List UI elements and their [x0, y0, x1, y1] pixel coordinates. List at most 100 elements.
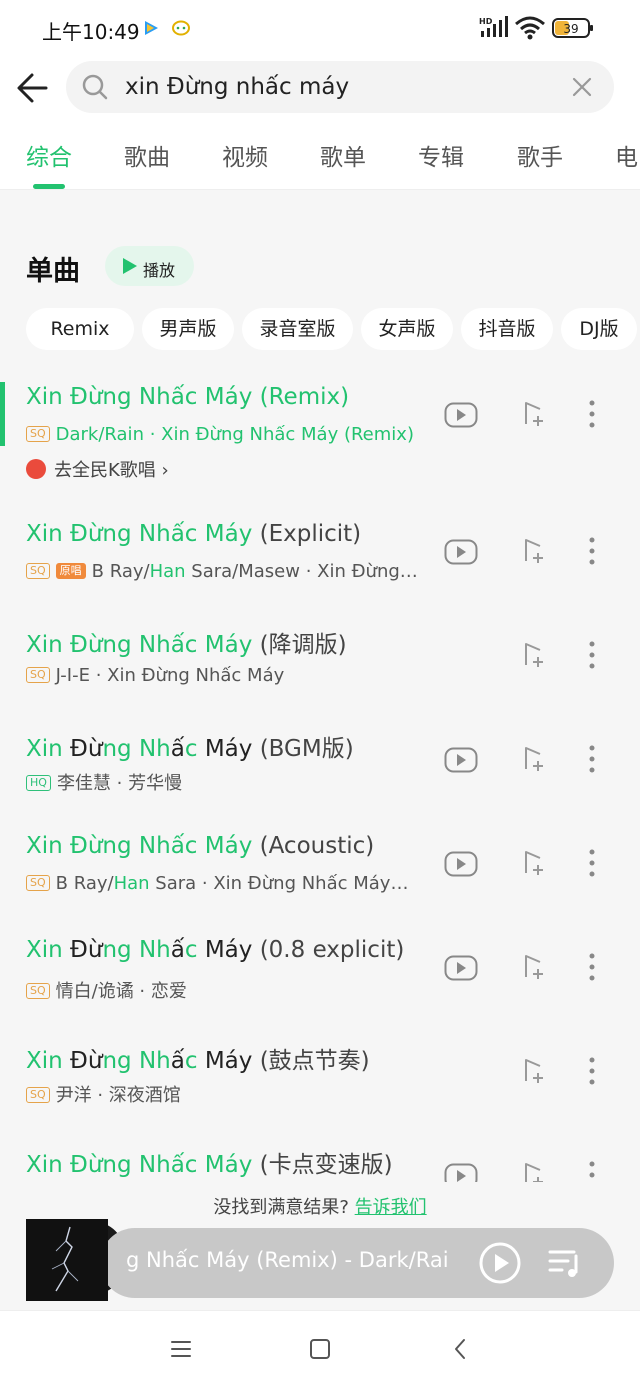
wifi-icon — [515, 16, 545, 40]
playlist-icon[interactable] — [548, 1246, 582, 1280]
clear-icon[interactable] — [571, 76, 593, 98]
more-options-icon[interactable] — [582, 536, 602, 566]
back-icon[interactable] — [452, 1337, 468, 1361]
feedback-link[interactable]: 告诉我们 — [355, 1197, 427, 1218]
original-badge: 原唱 — [55, 563, 86, 579]
add-to-playlist-icon[interactable] — [520, 745, 548, 773]
now-playing-indicator — [0, 382, 5, 446]
song-row[interactable]: Xin Đừng Nhấc Máy (Explicit) SQ 原唱 B Ray/H… — [0, 501, 640, 605]
feedback-text: 没找到满意结果? — [213, 1197, 349, 1218]
more-options-icon[interactable] — [582, 848, 602, 878]
song-row[interactable]: Xin Đừng Nhấc Máy (鼓点节奏) SQ 尹洋 · 深夜酒馆 — [0, 1021, 640, 1125]
section-title: 单曲 — [26, 256, 80, 287]
quality-badge: HQ — [26, 775, 51, 791]
search-query: xin Đừng nhấc máy — [125, 74, 350, 100]
quality-badge: SQ — [26, 875, 50, 891]
add-to-playlist-icon[interactable] — [520, 1161, 548, 1182]
song-title: Xin Đừng Nhấc Máy (卡点变速版) — [26, 1152, 393, 1178]
song-title: Xin Đừng Nhấc Máy (Remix) — [26, 384, 350, 410]
mv-icon[interactable] — [444, 402, 478, 428]
add-to-playlist-icon[interactable] — [520, 953, 548, 981]
chat-app-icon — [172, 20, 190, 36]
chip-douyin-version[interactable]: 抖音版 — [461, 308, 553, 350]
quality-badge: SQ — [26, 563, 50, 579]
song-list: Xin Đừng Nhấc Máy (Remix) SQ Dark/Rain · … — [0, 364, 640, 1182]
status-bar: 上午10:49 HD 39 — [0, 0, 640, 56]
quality-badge: SQ — [26, 667, 50, 683]
song-title: Xin Đừng Nhấc Máy (BGM版) — [26, 736, 354, 762]
song-title: Xin Đừng Nhấc Máy (0.8 explicit) — [26, 937, 405, 963]
song-title: Xin Đừng Nhấc Máy (Acoustic) — [26, 833, 375, 859]
back-arrow-icon[interactable] — [12, 68, 56, 108]
mv-icon[interactable] — [444, 539, 478, 565]
add-to-playlist-icon[interactable] — [520, 400, 548, 428]
search-icon — [82, 74, 108, 100]
song-title: Xin Đừng Nhấc Máy (Explicit) — [26, 521, 362, 547]
mini-player[interactable]: g Nhấc Máy (Remix) - Dark/Rain — [100, 1228, 614, 1298]
battery-level: 39 — [563, 22, 578, 36]
song-title: Xin Đừng Nhấc Máy (鼓点节奏) — [26, 1048, 370, 1074]
add-to-playlist-icon[interactable] — [520, 537, 548, 565]
song-subtitle: SQ B Ray/Han Sara · Xin Đừng Nhấc Máy… — [26, 873, 436, 897]
chip-studio-version[interactable]: 录音室版 — [242, 308, 353, 350]
song-title: Xin Đừng Nhấc Máy (降调版) — [26, 632, 347, 658]
more-options-icon[interactable] — [582, 399, 602, 429]
result-tabs: 综合 歌曲 视频 歌单 专辑 歌手 电 — [0, 120, 640, 190]
feedback-prompt: 没找到满意结果? 告诉我们 — [0, 1193, 640, 1219]
quality-badge: SQ — [26, 983, 50, 999]
signal-icon: HD — [479, 16, 508, 37]
add-to-playlist-icon[interactable] — [520, 1057, 548, 1085]
tab-playlists[interactable]: 歌单 — [320, 138, 366, 172]
add-to-playlist-icon[interactable] — [520, 641, 548, 669]
album-cover[interactable] — [26, 1219, 108, 1301]
search-header: xin Đừng nhấc máy — [0, 56, 640, 120]
active-tab-indicator — [33, 184, 65, 189]
more-options-icon[interactable] — [582, 1160, 602, 1182]
chip-male-version[interactable]: 男声版 — [142, 308, 234, 350]
more-options-icon[interactable] — [582, 640, 602, 670]
tab-videos[interactable]: 视频 — [222, 138, 268, 172]
tab-albums[interactable]: 专辑 — [418, 138, 464, 172]
play-all-button[interactable]: 播放 — [105, 246, 194, 286]
system-nav-bar — [0, 1310, 640, 1387]
more-options-icon[interactable] — [582, 1056, 602, 1086]
more-options-icon[interactable] — [582, 952, 602, 982]
chip-remix[interactable]: Remix — [26, 308, 134, 350]
tab-comprehensive[interactable]: 综合 — [26, 138, 72, 172]
song-row[interactable]: Xin Đừng Nhấc Máy (BGM版) HQ 李佳慧 · 芳华慢 — [0, 709, 640, 813]
quality-badge: SQ — [26, 426, 50, 442]
chip-dj-version[interactable]: DJ版 — [561, 308, 637, 350]
search-input[interactable]: xin Đừng nhấc máy — [66, 61, 614, 113]
song-subtitle: SQ 尹洋 · 深夜酒馆 — [26, 1081, 436, 1105]
song-row[interactable]: Xin Đừng Nhấc Máy (Remix) SQ Dark/Rain · … — [0, 364, 640, 484]
chip-female-version[interactable]: 女声版 — [361, 308, 453, 350]
song-row[interactable]: Xin Đừng Nhấc Máy (0.8 explicit) SQ 情白/诡谲… — [0, 917, 640, 1021]
now-playing-text: g Nhấc Máy (Remix) - Dark/Rain — [126, 1248, 450, 1272]
more-options-icon[interactable] — [582, 744, 602, 774]
tab-songs[interactable]: 歌曲 — [124, 138, 170, 172]
play-icon[interactable] — [478, 1241, 522, 1285]
song-subtitle: SQ Dark/Rain · Xin Đừng Nhấc Máy (Remix) — [26, 424, 436, 448]
karaoke-link[interactable]: 去全民K歌唱 › — [26, 456, 169, 482]
add-to-playlist-icon[interactable] — [520, 849, 548, 877]
song-subtitle: SQ 情白/诡谲 · 恋爱 — [26, 977, 436, 1001]
menu-icon[interactable] — [170, 1339, 192, 1359]
song-subtitle: SQ 原唱 B Ray/Han Sara/Masew · Xin Đừng… — [26, 561, 436, 585]
mv-icon[interactable] — [444, 747, 478, 773]
song-row[interactable]: Xin Đừng Nhấc Máy (降调版) SQ J-I-E · Xin Đừ… — [0, 605, 640, 709]
lightning-art — [26, 1219, 108, 1301]
karaoke-app-icon — [26, 459, 46, 479]
mv-icon[interactable] — [444, 851, 478, 877]
song-row[interactable]: Xin Đừng Nhấc Máy (卡点变速版) — [0, 1125, 640, 1182]
song-row[interactable]: Xin Đừng Nhấc Máy (Acoustic) SQ B Ray/Han… — [0, 813, 640, 917]
home-icon[interactable] — [309, 1338, 331, 1360]
song-subtitle: SQ J-I-E · Xin Đừng Nhấc Máy — [26, 665, 436, 689]
mv-icon[interactable] — [444, 955, 478, 981]
play-triangle-app-icon — [145, 21, 158, 35]
network-label: HD — [479, 17, 493, 26]
status-time: 上午10:49 — [42, 20, 140, 44]
tab-radio[interactable]: 电 — [615, 138, 638, 172]
tab-singers[interactable]: 歌手 — [517, 138, 563, 172]
quality-badge: SQ — [26, 1087, 50, 1103]
mv-icon[interactable] — [444, 1163, 478, 1182]
